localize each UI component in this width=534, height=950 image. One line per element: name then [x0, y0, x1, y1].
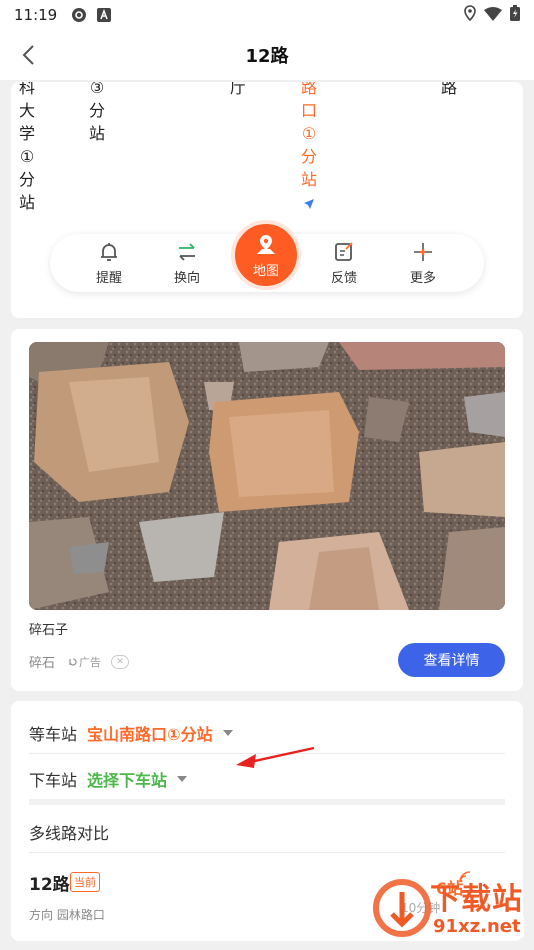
station-column[interactable]: 厅: [230, 82, 246, 99]
boarding-label: 等车站: [29, 725, 78, 744]
current-badge: 当前: [70, 872, 100, 892]
sync-icon: [71, 7, 87, 23]
station-column[interactable]: 科 大 学 ① 分 站: [19, 82, 35, 214]
location-icon: [464, 5, 476, 25]
dropdown-caret-icon: [177, 776, 188, 782]
back-button[interactable]: [14, 41, 42, 69]
station-char: 分: [301, 147, 318, 166]
station-char: 路: [301, 82, 318, 97]
station-char: 科: [19, 82, 36, 97]
remind-button[interactable]: 提醒: [79, 240, 139, 286]
ad-tag-label: 广告: [79, 655, 102, 669]
compare-label: 多线路对比: [29, 824, 110, 843]
page-title: 12路: [245, 46, 289, 67]
alighting-label: 下车站: [29, 771, 78, 790]
station-char: 厅: [230, 82, 247, 97]
station-char: 大: [19, 101, 36, 120]
annotation-arrow: [230, 742, 320, 776]
reverse-button[interactable]: 换向: [157, 240, 217, 286]
status-bar: 11:19: [0, 0, 534, 30]
ad-close-icon[interactable]: ✕: [111, 654, 130, 669]
station-char: ③: [89, 82, 105, 97]
station-char: 路: [441, 82, 458, 97]
wifi-icon: [484, 6, 502, 25]
map-button[interactable]: 地图: [231, 220, 301, 290]
route-name: 12路: [29, 875, 70, 895]
station-column-current[interactable]: 路 口 ① 分 站: [301, 82, 317, 216]
edit-icon: [335, 242, 353, 261]
watermark-icon: [373, 879, 431, 937]
station-char: ①: [19, 147, 35, 166]
plus-icon: [414, 243, 432, 261]
watermark-text: 下载站: [430, 882, 523, 917]
watermark-url: 91xz.net: [430, 916, 524, 937]
more-label: 更多: [409, 271, 436, 286]
swap-icon: [179, 243, 195, 261]
station-char: 分: [89, 101, 106, 120]
navigation-arrow-icon: [303, 193, 315, 216]
station-char: 分: [19, 170, 36, 189]
station-char: 口: [301, 101, 318, 120]
remind-label: 提醒: [95, 271, 122, 286]
station-char: 站: [301, 170, 318, 189]
station-char: ①: [301, 124, 317, 143]
station-column[interactable]: 路: [441, 82, 457, 99]
boarding-station-value: 宝山南路口①分站: [87, 725, 213, 744]
map-label: 地图: [252, 263, 279, 279]
alighting-station-value: 选择下车站: [87, 771, 168, 790]
status-right-icons: [464, 5, 520, 25]
multi-route-compare-row[interactable]: 多线路对比: [29, 820, 505, 844]
feedback-button[interactable]: 反馈: [314, 240, 374, 286]
divider: [29, 852, 505, 853]
status-time: 11:19: [14, 6, 58, 24]
chevron-left-icon: [22, 45, 34, 65]
dropdown-caret-icon: [222, 730, 233, 736]
route-direction: 方向 园林路口: [29, 908, 105, 922]
station-char: 站: [89, 124, 106, 143]
station-char: 学: [19, 124, 36, 143]
ad-meta: 碎石 广告 ✕: [29, 652, 130, 671]
ad-image[interactable]: [29, 342, 505, 610]
map-pin-icon: [257, 234, 275, 254]
nav-bar: 12路: [0, 30, 534, 80]
action-toolbar: 提醒 换向 地图 反馈 更多: [50, 220, 484, 292]
section-divider: [29, 799, 505, 805]
more-button[interactable]: 更多: [393, 240, 453, 286]
bell-icon: [101, 243, 117, 261]
station-char: 站: [19, 193, 36, 212]
ad-card: 碎石子 碎石 广告 ✕ 查看详情: [11, 329, 523, 691]
feedback-label: 反馈: [330, 271, 357, 286]
ad-logo-icon: [69, 657, 77, 666]
battery-icon: [510, 5, 520, 25]
ad-tag: 广告: [67, 654, 101, 670]
watermark-logo: 下载站 91xz.net: [372, 872, 534, 950]
reverse-label: 换向: [173, 271, 200, 286]
view-details-button[interactable]: 查看详情: [398, 643, 505, 677]
app-notification-icon: [97, 7, 113, 23]
ad-source: 碎石: [29, 656, 56, 671]
ad-title: 碎石子: [29, 623, 69, 638]
station-column[interactable]: ③ 分 站: [89, 82, 105, 145]
